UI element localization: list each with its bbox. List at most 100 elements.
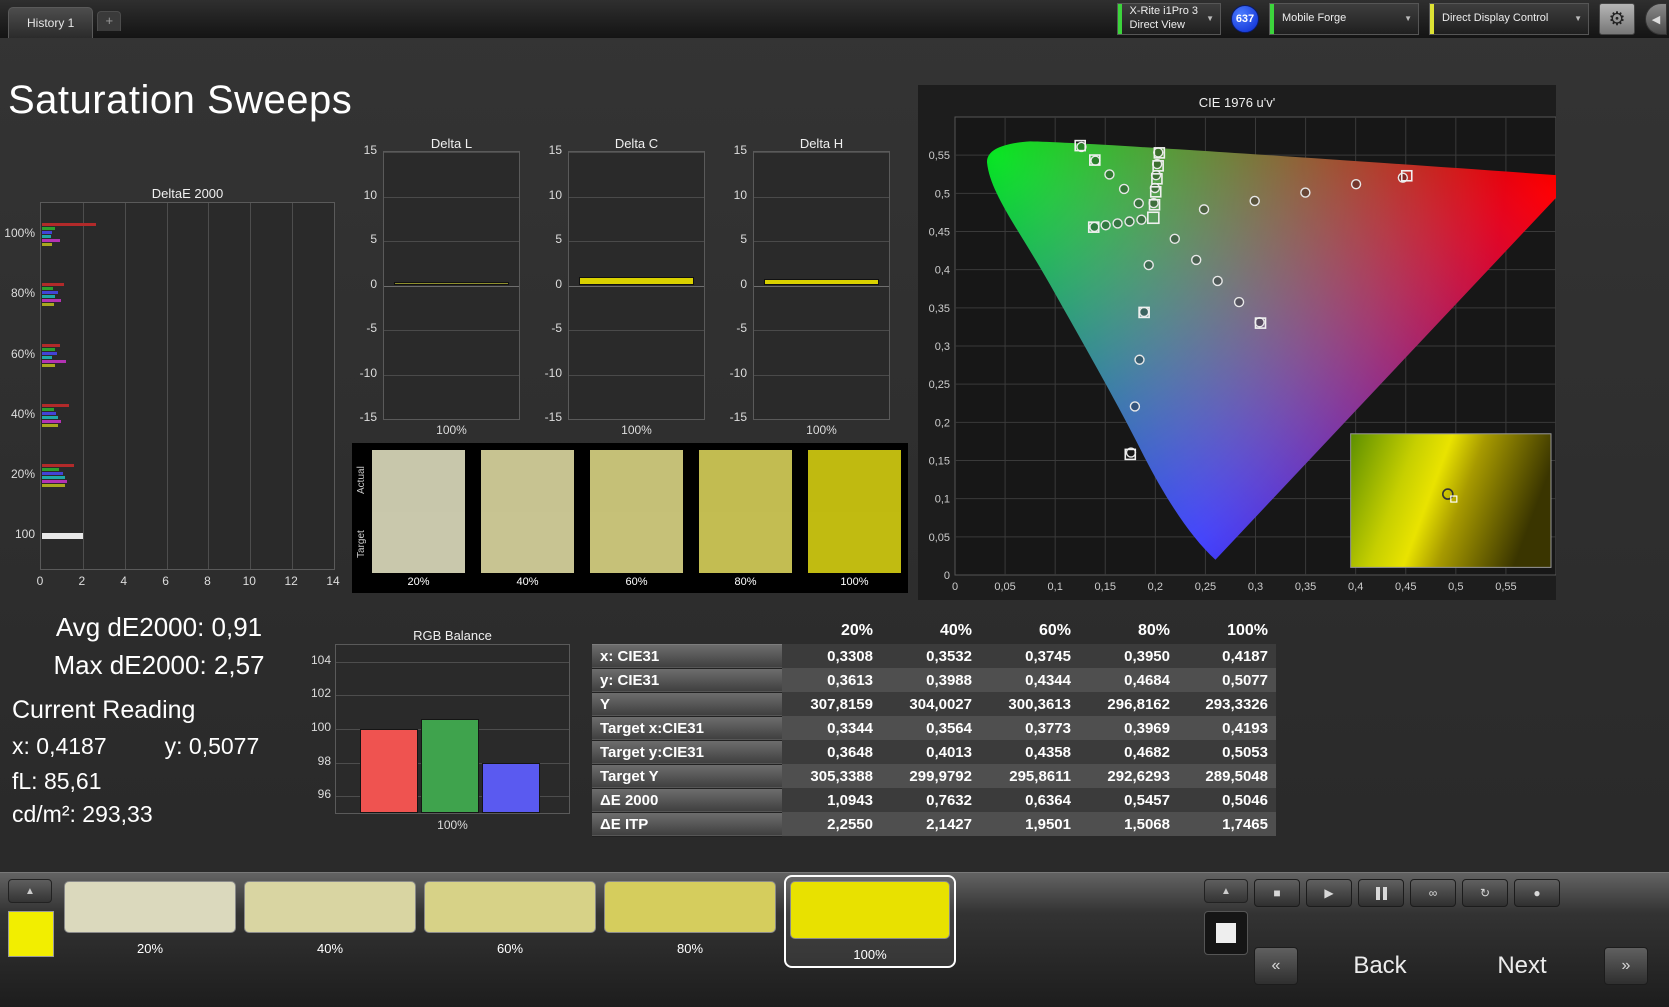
rgb-y-tick-label: 96 <box>317 787 331 802</box>
source-dropdown[interactable]: Mobile Forge ▼ <box>1269 3 1419 35</box>
back-button[interactable]: Back <box>1320 952 1440 980</box>
source-dropdown-label: Mobile Forge <box>1282 12 1347 25</box>
svg-text:0,5: 0,5 <box>935 188 950 200</box>
continuous-measure-button[interactable]: ↻ <box>1462 879 1508 907</box>
svg-text:0,05: 0,05 <box>929 532 950 544</box>
table-cell: 0,4344 <box>980 668 1079 692</box>
gridline <box>569 419 704 420</box>
delta_h-bar <box>764 279 879 286</box>
actual-swatch-40% <box>481 450 574 512</box>
table-column-header: 80% <box>1137 622 1170 639</box>
current-patch-color[interactable] <box>8 911 54 957</box>
cie-measured-marker <box>1233 296 1245 308</box>
deltae-bar <box>42 407 54 411</box>
navigation-row: « Back Next » <box>1254 947 1648 985</box>
patch-button-40%[interactable]: 40% <box>244 881 416 956</box>
back-fast-button[interactable]: « <box>1254 947 1298 985</box>
infinity-icon: ∞ <box>1428 886 1438 900</box>
fl-readout: fL: 85,61 <box>12 768 102 794</box>
actual-swatch-60% <box>590 450 683 512</box>
deltae-bar <box>42 532 83 539</box>
delta-c-chart-title: Delta C <box>614 136 659 151</box>
patch-button-100%[interactable]: 100% <box>784 875 956 968</box>
table-cell: 292,6293 <box>1079 764 1178 788</box>
deltae-bar <box>42 355 53 359</box>
deltae-bar <box>42 484 65 488</box>
patch-color-swatch <box>604 881 776 933</box>
gridline <box>384 330 519 331</box>
meter-dropdown[interactable]: X-Rite i1Pro 3 Direct View ▼ <box>1116 3 1221 35</box>
table-cell: 0,3532 <box>881 644 980 668</box>
add-tab-button[interactable]: + <box>97 11 122 31</box>
delta_h-y-tick-label: -5 <box>736 321 747 335</box>
delta_c-bar <box>579 277 694 286</box>
gridline <box>754 196 889 198</box>
gridline <box>754 285 889 287</box>
table-cell: 0,3988 <box>881 668 980 692</box>
table-cell: 293,3326 <box>1178 692 1276 716</box>
patch-button-20%[interactable]: 20% <box>64 881 236 956</box>
cie-measured-marker <box>1350 178 1362 190</box>
delta_h-y-tick-label: 15 <box>733 143 747 157</box>
svg-text:0,25: 0,25 <box>929 379 950 391</box>
next-button[interactable]: Next <box>1462 952 1582 980</box>
settings-button[interactable]: ⚙ <box>1599 3 1635 35</box>
patch-window-button[interactable] <box>1204 911 1248 955</box>
pause-button[interactable] <box>1358 879 1404 907</box>
display-dropdown-label: Direct Display Control <box>1442 12 1549 25</box>
tab-history-1[interactable]: History 1 <box>8 7 94 38</box>
deltae-bar <box>42 472 63 476</box>
next-fast-button[interactable]: » <box>1604 947 1648 985</box>
patch-button-label: 60% <box>496 941 524 956</box>
deltae-x-tick-label: 2 <box>78 574 86 588</box>
deltae-bar <box>42 291 59 295</box>
table-row: ΔE 2000 1,0943 0,7632 0,6364 0,5457 0,5046 <box>592 787 1276 813</box>
cie-measured-marker <box>1104 169 1115 180</box>
record-button[interactable]: ● <box>1514 879 1560 907</box>
patch-size-up-button[interactable]: ▲ <box>8 879 52 903</box>
display-control-dropdown[interactable]: Direct Display Control ▼ <box>1429 3 1589 35</box>
window-up-button[interactable]: ▲ <box>1204 879 1248 903</box>
patch-color-swatch <box>64 881 236 933</box>
svg-text:0,2: 0,2 <box>935 417 950 429</box>
svg-text:0,15: 0,15 <box>929 456 950 468</box>
table-cell: 307,8159 <box>782 692 881 716</box>
display-status-accent <box>1430 4 1434 34</box>
table-cell: 1,7465 <box>1178 812 1276 836</box>
gridline <box>124 203 126 569</box>
deltae-bar <box>42 480 67 484</box>
target-swatch-100% <box>808 512 901 573</box>
stop-button[interactable]: ■ <box>1254 879 1300 907</box>
play-button[interactable]: ▶ <box>1306 879 1352 907</box>
current-reading-label: Current Reading <box>12 696 196 724</box>
patch-button-60%[interactable]: 60% <box>424 881 596 956</box>
gridline <box>754 152 889 153</box>
deltae-bar <box>42 363 56 367</box>
gridline <box>384 152 519 153</box>
cie-measured-marker <box>1300 187 1311 198</box>
target-swatch-40% <box>481 512 574 573</box>
gridline <box>754 330 889 331</box>
target-swatch-20% <box>372 512 465 573</box>
deltae-bar <box>42 415 59 419</box>
collapse-panel-button[interactable]: ◀ <box>1645 3 1667 35</box>
table-row-label: ΔE ITP <box>592 811 782 837</box>
cie-measured-marker <box>1198 204 1210 215</box>
table-cell: 299,9792 <box>881 764 980 788</box>
actual-swatch-100% <box>808 450 901 512</box>
patch-button-80%[interactable]: 80% <box>604 881 776 956</box>
up-arrow-icon: ▲ <box>1221 885 1231 897</box>
deltae2000-chart <box>40 202 335 570</box>
table-cell: 0,7632 <box>881 788 980 812</box>
deltae-bar <box>42 223 96 227</box>
gridline <box>384 241 519 242</box>
chevron-left-icon: ◀ <box>1651 13 1661 26</box>
table-cell: 0,6364 <box>980 788 1079 812</box>
loop-button[interactable]: ∞ <box>1410 879 1456 907</box>
table-column-header: 100% <box>1227 622 1268 639</box>
gridline <box>384 285 519 287</box>
meter-count-badge[interactable]: 637 <box>1231 5 1259 33</box>
table-cell: 0,4684 <box>1079 668 1178 692</box>
patch-button-label: 20% <box>136 941 164 956</box>
luminance-readout: cd/m²: 293,33 <box>12 801 153 827</box>
